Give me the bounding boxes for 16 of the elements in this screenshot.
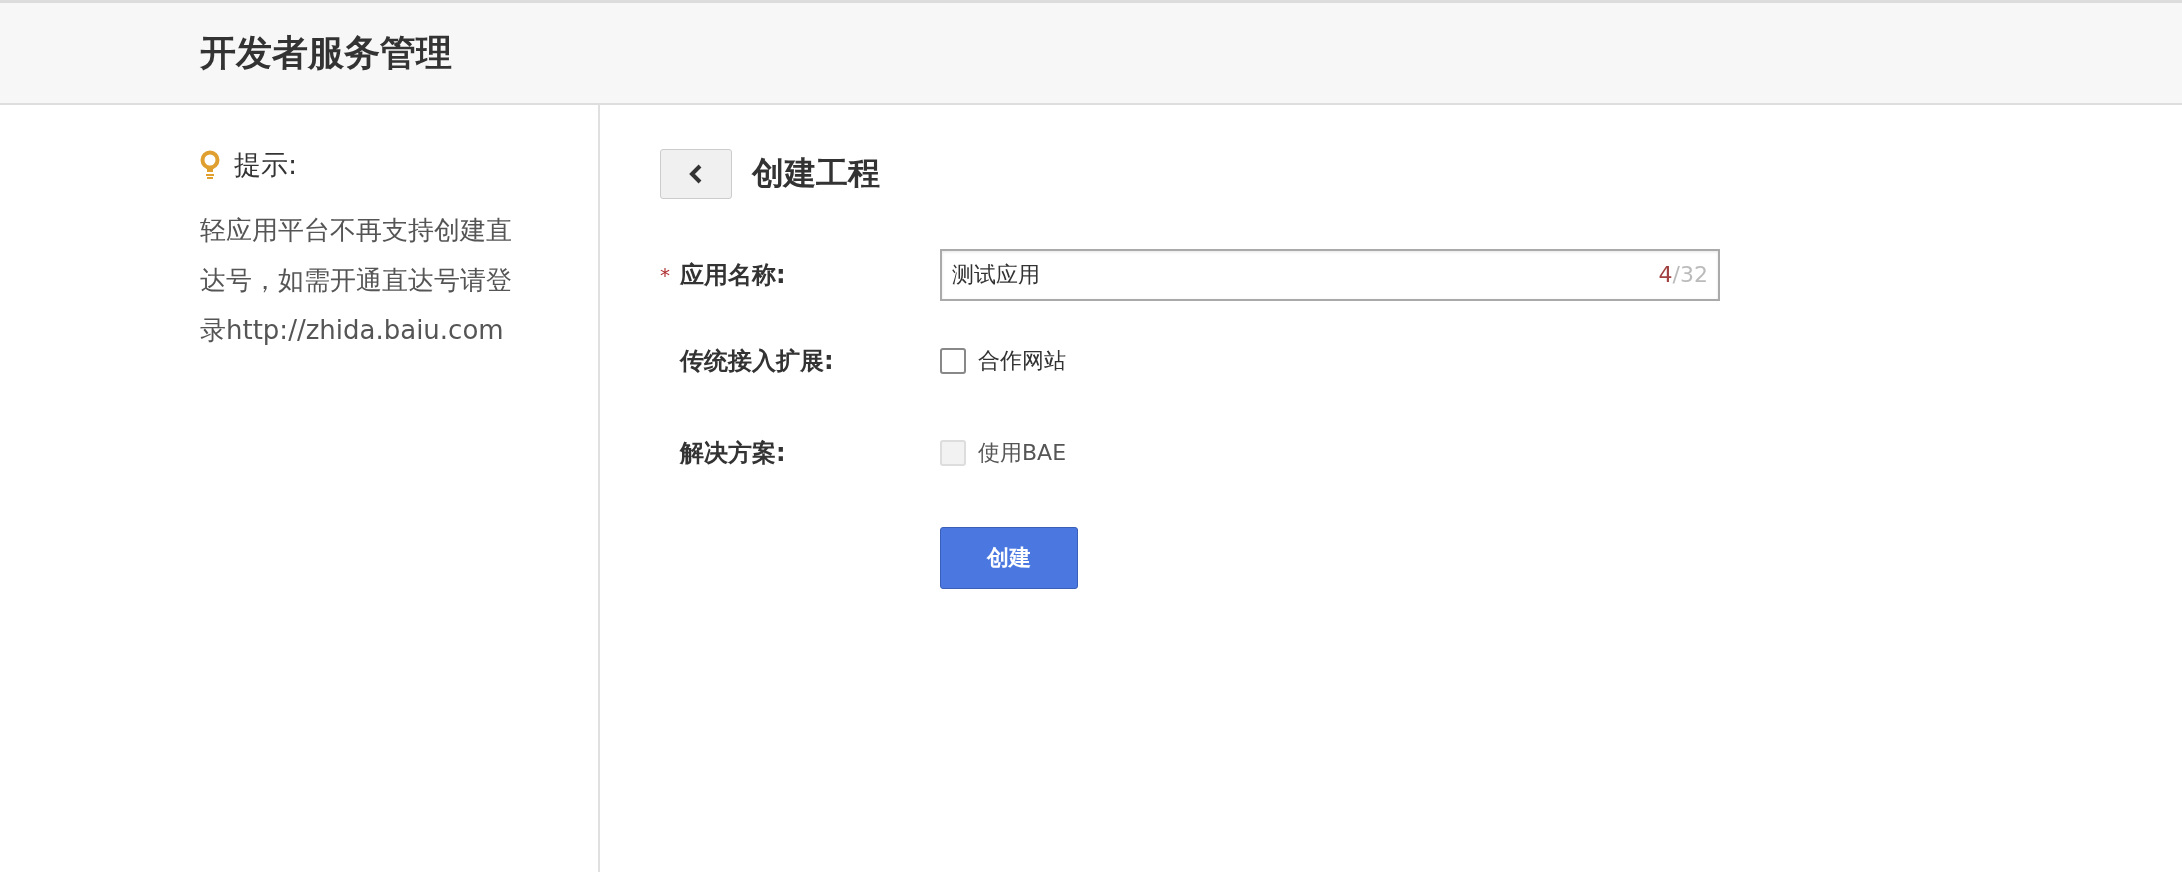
tip-text: 轻应用平台不再支持创建直达号，如需开通直达号请登录http://zhida.baiu.com xyxy=(200,214,513,347)
field-label: 解决方案: xyxy=(680,438,786,469)
lightbulb-icon xyxy=(200,150,220,180)
chevron-left-icon xyxy=(689,164,703,184)
field-label: 传统接入扩展: xyxy=(680,346,834,377)
create-button[interactable]: 创建 xyxy=(940,527,1078,589)
page-title: 开发者服务管理 xyxy=(200,30,452,75)
field-label: 应用名称: xyxy=(680,260,786,291)
tip-title: 提示: xyxy=(234,148,298,182)
back-button[interactable] xyxy=(660,149,732,199)
checkbox-label: 合作网站 xyxy=(978,347,1066,375)
checkbox[interactable] xyxy=(940,348,966,374)
char-counter: 4/32 xyxy=(1658,262,1708,287)
section-title: 创建工程 xyxy=(752,153,880,194)
checkbox-label: 使用BAE xyxy=(978,439,1067,467)
required-mark: * xyxy=(660,263,671,287)
